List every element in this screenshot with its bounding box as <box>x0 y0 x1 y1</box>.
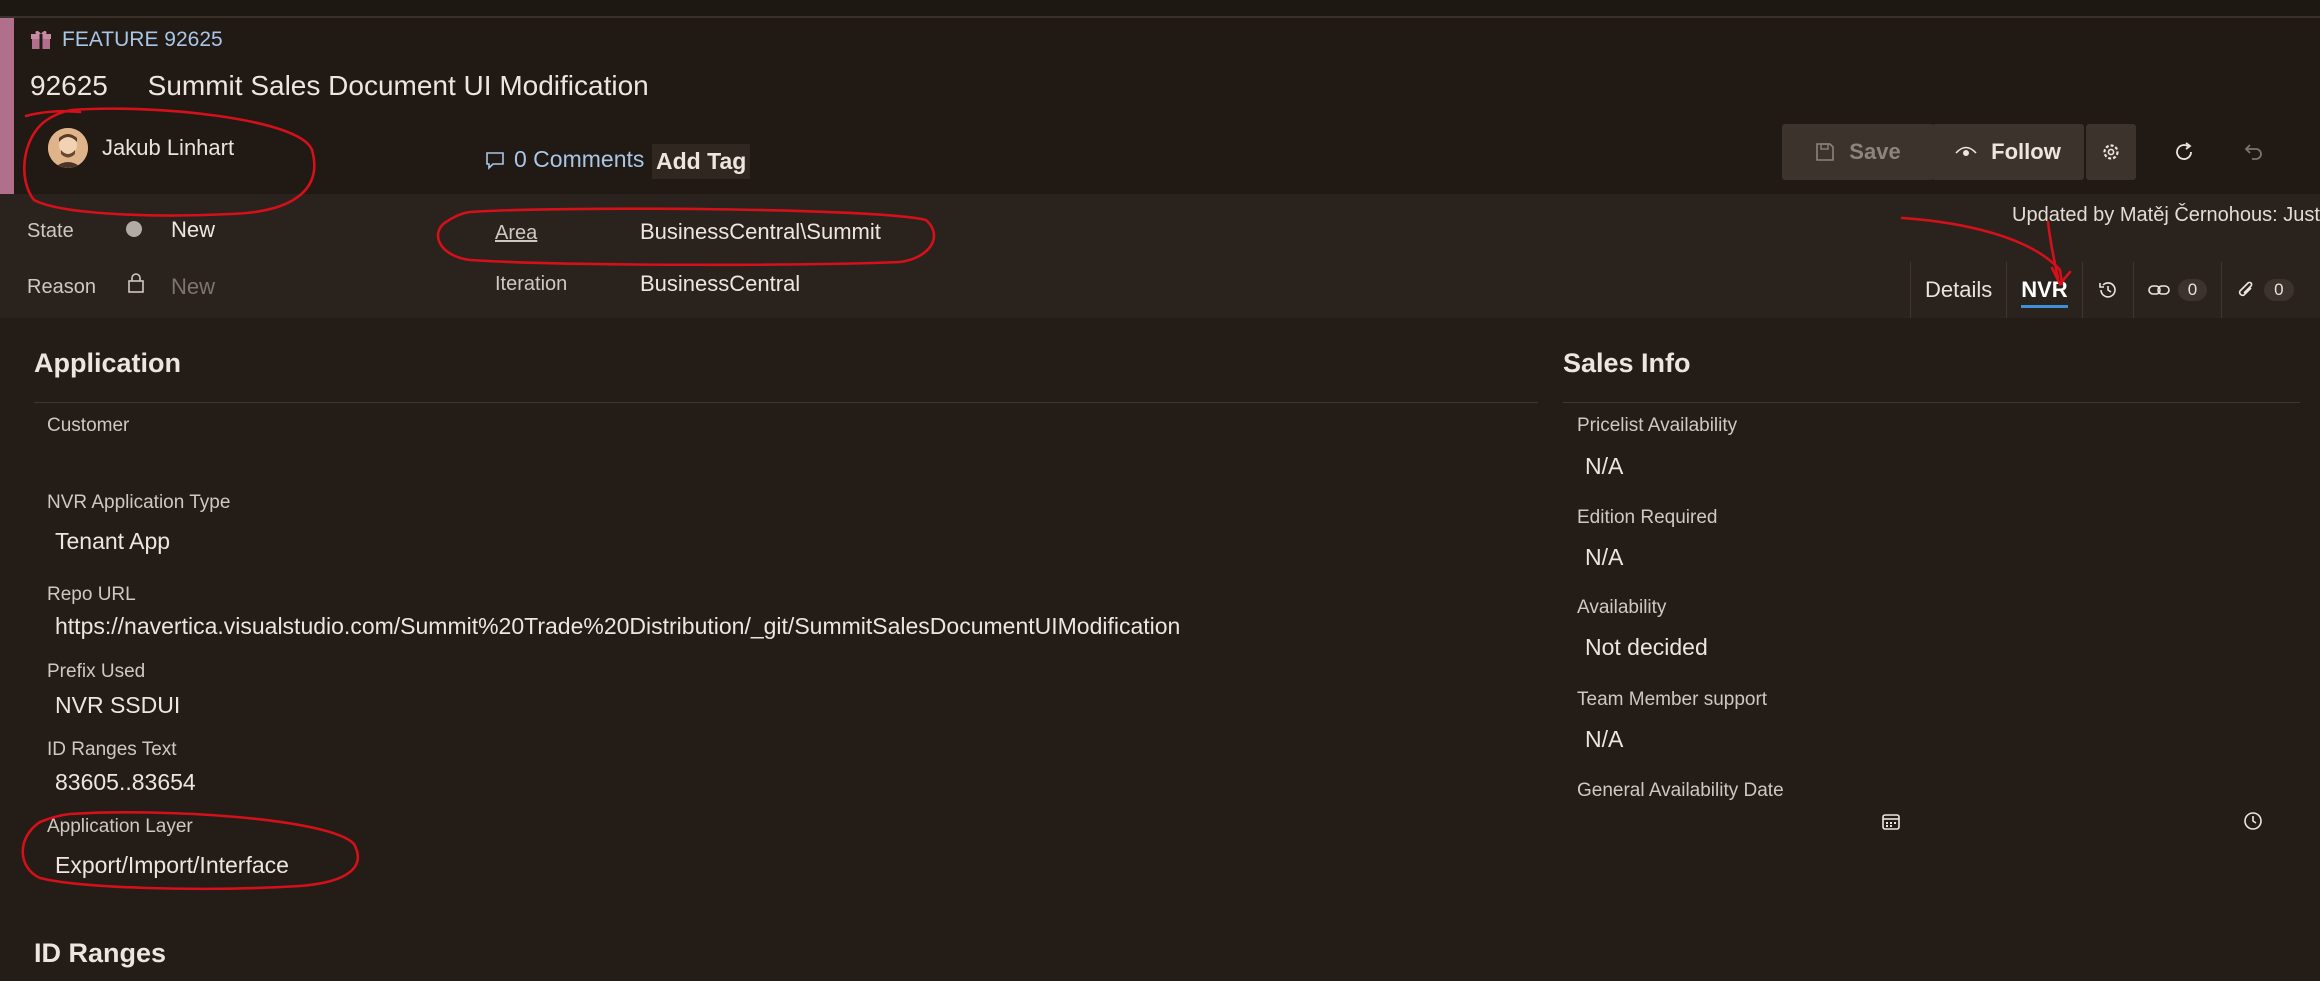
assigned-to[interactable]: Jakub Linhart <box>48 128 234 168</box>
sales-info-section-heading: Sales Info <box>1563 348 1691 378</box>
gift-icon <box>31 30 51 49</box>
prefix-label: Prefix Used <box>47 661 146 682</box>
follow-button-label: Follow <box>1991 139 2061 164</box>
paperclip-icon <box>2239 281 2253 297</box>
customer-label: Customer <box>47 415 130 436</box>
area-label: Area <box>495 222 538 244</box>
comment-icon <box>486 151 504 170</box>
customer-field[interactable] <box>55 451 655 481</box>
availability-label: Availability <box>1577 597 1667 618</box>
work-item-type-label: FEATURE 92625 <box>62 28 223 51</box>
id-ranges-section-heading: ID Ranges <box>34 938 167 968</box>
tab-attachments[interactable]: 0 <box>2222 262 2294 318</box>
save-button[interactable]: Save <box>1782 124 1934 180</box>
clock-icon[interactable] <box>2243 811 2263 831</box>
iteration-label: Iteration <box>495 273 568 295</box>
state-label: State <box>27 220 74 242</box>
edition-required-label: Edition Required <box>1577 507 1718 528</box>
application-section-heading: Application <box>34 348 181 378</box>
application-section-divider <box>34 402 1538 403</box>
application-layer-label: Application Layer <box>47 816 193 837</box>
add-tag-button[interactable]: Add Tag <box>652 144 751 179</box>
work-item-title[interactable]: 92625 Summit Sales Document UI Modificat… <box>30 70 649 102</box>
prefix-field[interactable]: NVR SSDUI <box>55 692 180 719</box>
team-member-support-field[interactable]: N/A <box>1585 726 1623 753</box>
state-indicator <box>126 221 142 237</box>
work-item-type: FEATURE 92625 <box>30 24 223 56</box>
app-type-field[interactable]: Tenant App <box>55 528 170 555</box>
work-item-id: 92625 <box>30 70 108 101</box>
comments-link[interactable]: 0 Comments <box>484 146 644 173</box>
person-avatar-icon <box>48 128 88 168</box>
team-member-support-label: Team Member support <box>1577 689 1768 710</box>
area-value[interactable]: BusinessCentral\Summit <box>640 219 881 245</box>
link-icon <box>2147 285 2170 295</box>
save-button-label: Save <box>1849 139 1901 164</box>
tab-details[interactable]: Details <box>1911 262 2008 318</box>
lock-icon <box>128 273 144 293</box>
window-top-bar <box>0 0 2320 18</box>
follow-button[interactable]: Follow <box>1932 124 2084 180</box>
pricelist-availability-label: Pricelist Availability <box>1577 415 1738 436</box>
app-type-label: NVR Application Type <box>47 492 231 513</box>
calendar-icon[interactable] <box>1881 811 1901 831</box>
id-ranges-text-field[interactable]: 83605..83654 <box>55 769 196 796</box>
updated-by-text[interactable]: Updated by Matěj Černohous: Just n <box>2012 204 2320 227</box>
eye-icon <box>1955 146 1977 156</box>
links-count-badge: 0 <box>2177 279 2208 301</box>
work-item-tabs: Details NVR 0 0 <box>1910 262 2294 318</box>
assigned-to-name: Jakub Linhart <box>102 135 235 160</box>
pricelist-availability-field[interactable]: N/A <box>1585 453 1623 480</box>
iteration-value[interactable]: BusinessCentral <box>640 271 800 297</box>
repo-url-field[interactable]: https://navertica.visualstudio.com/Summi… <box>55 613 1180 640</box>
application-layer-field[interactable]: Export/Import/Interface <box>55 852 289 879</box>
refresh-icon <box>2176 142 2192 160</box>
settings-button[interactable] <box>2086 124 2136 180</box>
history-icon <box>2098 282 2116 298</box>
tab-history[interactable] <box>2083 262 2134 318</box>
work-item-type-color-bar <box>0 18 14 194</box>
tab-links[interactable]: 0 <box>2134 262 2223 318</box>
undo-button[interactable] <box>2232 130 2276 174</box>
state-value[interactable]: New <box>171 217 215 243</box>
refresh-button[interactable] <box>2162 130 2206 174</box>
gear-icon <box>2103 144 2119 160</box>
sales-info-section-divider <box>1563 402 2300 403</box>
save-icon <box>1816 143 1835 161</box>
repo-url-label: Repo URL <box>47 584 136 605</box>
attachments-count-badge: 0 <box>2264 279 2294 301</box>
reason-label: Reason <box>27 276 96 298</box>
comments-count-label: 0 Comments <box>514 146 645 172</box>
id-ranges-text-label: ID Ranges Text <box>47 739 177 760</box>
availability-field[interactable]: Not decided <box>1585 634 1708 661</box>
undo-icon <box>2244 144 2262 160</box>
general-availability-date-label: General Availability Date <box>1577 780 1784 801</box>
edition-required-field[interactable]: N/A <box>1585 544 1623 571</box>
work-item-title-text[interactable]: Summit Sales Document UI Modification <box>148 70 649 101</box>
tab-nvr[interactable]: NVR <box>2007 262 2083 318</box>
avatar <box>48 128 88 168</box>
reason-value: New <box>171 274 216 299</box>
